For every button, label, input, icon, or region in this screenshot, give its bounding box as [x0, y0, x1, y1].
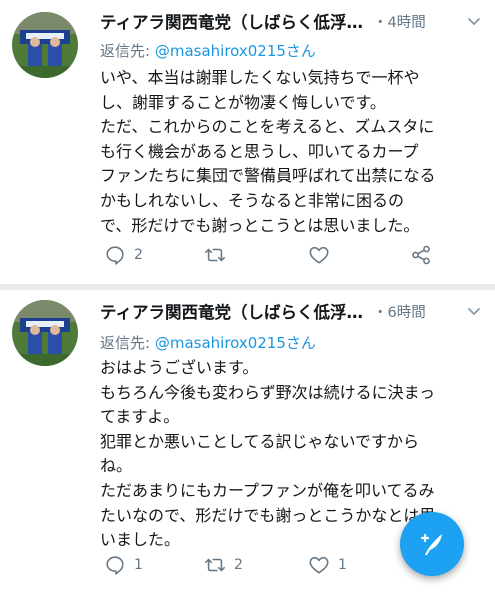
- reply-to-line: 返信先: @masahirox0215さん: [100, 40, 316, 61]
- tweet-text-line: 犯罪とか悪いことしてる訳じゃないですから: [100, 431, 420, 451]
- share-button[interactable]: [410, 243, 432, 267]
- heart-icon: [309, 246, 329, 264]
- tweet-text-line: し、謝罪することが物凄く悔しいです。: [100, 92, 386, 112]
- tweet-header: ティアラ関西竜党（しばらく低浮… ・4時間: [100, 8, 488, 34]
- tweet-text-line: おはようございます。: [100, 358, 259, 377]
- compose-tweet-icon: [420, 533, 442, 555]
- retweet-button[interactable]: 2: [204, 553, 243, 577]
- tweet-text-line: ファンたちに集団で警備員呼ばれて出禁になる: [100, 166, 436, 186]
- author-name[interactable]: ティアラ関西竜党（しばらく低浮…: [100, 299, 363, 323]
- tweet-text-line: かもしれないし、そうなると非常に困るの: [100, 190, 405, 210]
- like-button[interactable]: [308, 243, 338, 267]
- tweet-header: ティアラ関西竜党（しばらく低浮… ・6時間: [100, 298, 488, 324]
- reply-to-line: 返信先: @masahirox0215さん: [100, 332, 316, 353]
- heart-icon: [309, 556, 329, 574]
- tweet-text-line: ただ、これからのことを考えると、ズムスタに: [100, 117, 435, 137]
- tweet-text-line: で、形だけでも謝っとこうとは思いました。: [100, 215, 420, 235]
- tweet-text-line: もちろん今後も変わらず野次は続けるに決まっ: [100, 382, 436, 402]
- tweet-text: いや、本当は謝罪したくない気持ちで一杯や し、謝罪することが物凄く悔しいです。 …: [100, 66, 490, 238]
- reply-handle-link[interactable]: @masahirox0215さん: [155, 334, 316, 352]
- like-button[interactable]: 1: [308, 553, 347, 577]
- timestamp[interactable]: ・6時間: [373, 301, 426, 322]
- reply-button[interactable]: 2: [104, 243, 143, 267]
- reply-prefix: 返信先:: [100, 334, 155, 352]
- tweet-actions: 2: [100, 243, 450, 267]
- reply-count: 2: [134, 247, 143, 263]
- chevron-down-icon[interactable]: [466, 303, 482, 319]
- tweet-text-line: ただあまりにもカープファンが俺を叩いてるみ: [100, 480, 435, 500]
- tweet-text-line: も行く機会があると思うし、叩いてるカープ: [100, 141, 419, 161]
- chevron-down-icon[interactable]: [466, 13, 482, 29]
- retweet-icon: [205, 248, 225, 262]
- avatar[interactable]: [12, 300, 78, 366]
- reply-count: 1: [134, 557, 143, 573]
- author-name[interactable]: ティアラ関西竜党（しばらく低浮…: [100, 9, 363, 33]
- like-count: 1: [338, 557, 347, 573]
- retweet-button[interactable]: [204, 243, 234, 267]
- timestamp[interactable]: ・4時間: [373, 11, 426, 32]
- reply-icon: [106, 246, 124, 265]
- tweet-actions: 1 2 1: [100, 553, 450, 577]
- retweet-count: 2: [234, 557, 243, 573]
- retweet-icon: [205, 558, 225, 572]
- tweet[interactable]: ティアラ関西竜党（しばらく低浮… ・4時間 返信先: @masahirox021…: [0, 0, 495, 284]
- share-icon: [412, 245, 430, 265]
- tweet-text-line: いや、本当は謝罪したくない気持ちで一杯や: [100, 68, 420, 87]
- tweet-text-line: ね。: [100, 456, 133, 476]
- reply-icon: [106, 556, 124, 575]
- compose-tweet-button[interactable]: [400, 512, 464, 576]
- reply-button[interactable]: 1: [104, 553, 143, 577]
- tweet-text-line: てますよ。: [100, 407, 180, 427]
- reply-prefix: 返信先:: [100, 42, 155, 60]
- avatar[interactable]: [12, 12, 78, 78]
- reply-handle-link[interactable]: @masahirox0215さん: [155, 42, 316, 60]
